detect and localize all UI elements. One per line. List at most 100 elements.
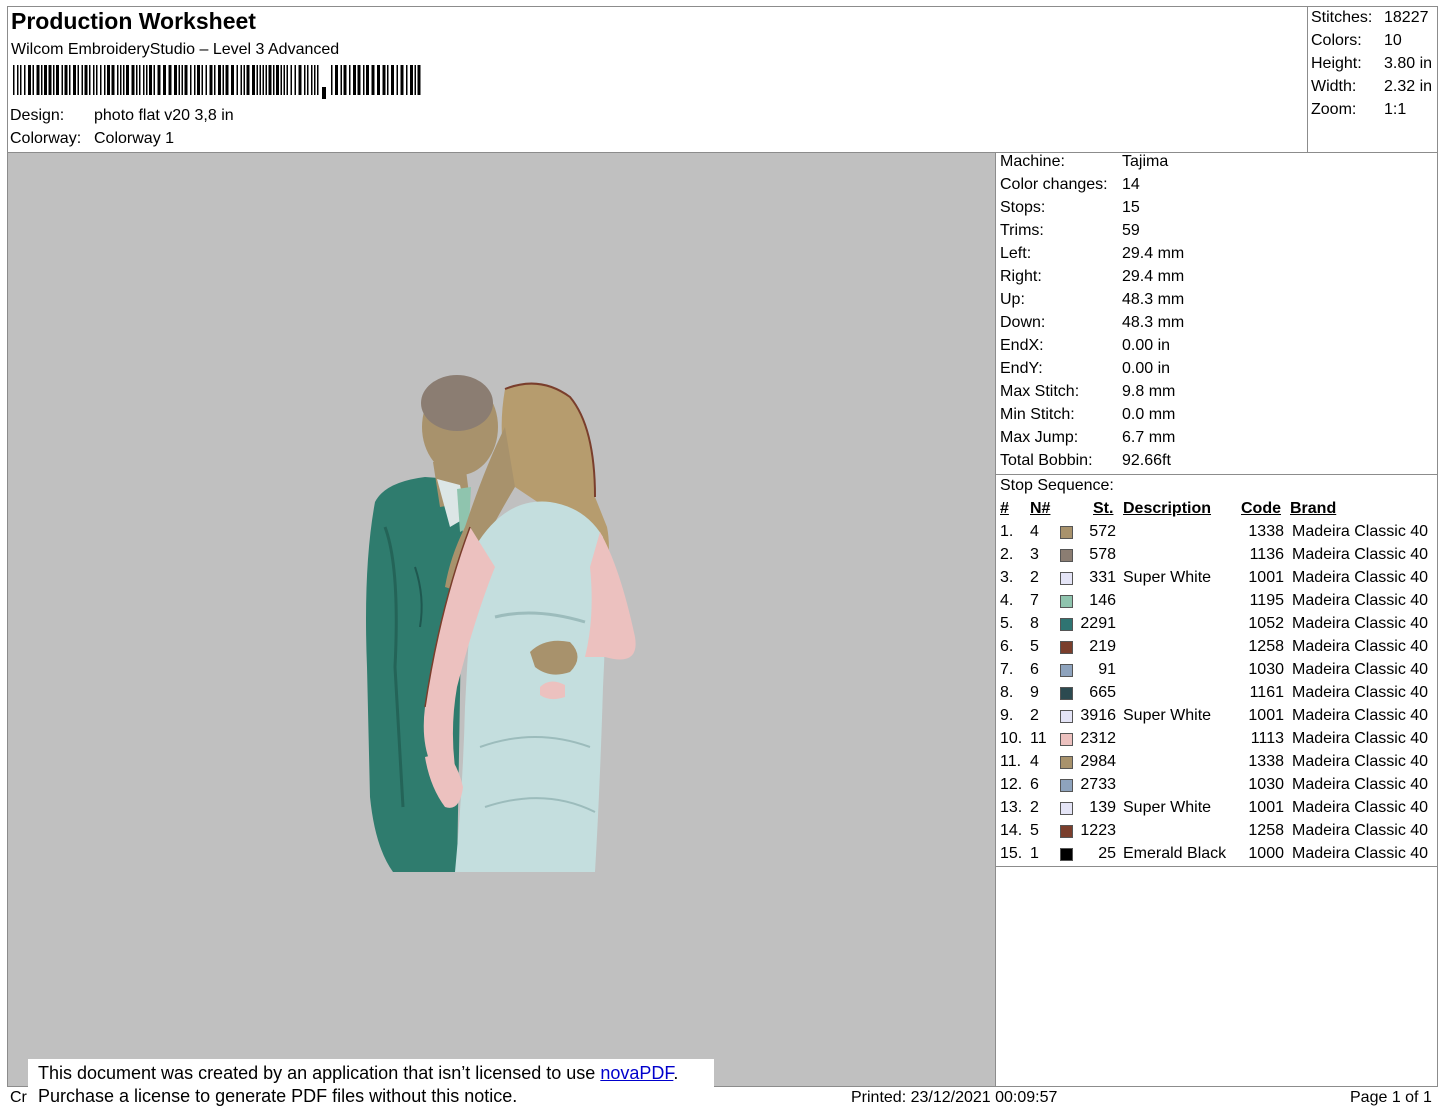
design-label: Design: xyxy=(10,107,65,124)
detail-value: 0.00 in xyxy=(1122,360,1171,377)
thread-brand: Madeira Classic 40 xyxy=(1292,615,1429,632)
row-number: 12. xyxy=(1000,776,1023,793)
stitch-count: 578 xyxy=(1089,546,1116,563)
col-header-brand: Brand xyxy=(1290,500,1337,517)
thread-code: 1001 xyxy=(1248,799,1284,816)
thread-description: Super White xyxy=(1123,707,1212,724)
design-value: photo flat v20 3,8 in xyxy=(94,107,234,124)
table-row: 14. 5 1223 1258 Madeira Classic 40 xyxy=(996,822,1438,845)
thread-color-swatch xyxy=(1060,687,1073,700)
novapdf-link[interactable]: novaPDF xyxy=(600,1063,673,1083)
row-number: 4. xyxy=(1000,592,1014,609)
table-row: 5. 8 2291 1052 Madeira Classic 40 xyxy=(996,615,1438,638)
design-preview xyxy=(7,152,996,1087)
needle-number: 7 xyxy=(1030,592,1039,609)
detail-value: 6.7 mm xyxy=(1122,429,1176,446)
thread-brand: Madeira Classic 40 xyxy=(1292,753,1429,770)
table-row: 6. 5 219 1258 Madeira Classic 40 xyxy=(996,638,1438,661)
stitch-count: 331 xyxy=(1089,569,1116,586)
printed-timestamp: Printed: 23/12/2021 00:09:57 xyxy=(851,1089,1058,1106)
table-row: 1. 4 572 1338 Madeira Classic 40 xyxy=(996,523,1438,546)
notice-text: This document was created by an applicat… xyxy=(38,1063,601,1083)
thread-description: Super White xyxy=(1123,799,1212,816)
stitch-count: 2984 xyxy=(1080,753,1116,770)
table-row: 7. 6 91 1030 Madeira Classic 40 xyxy=(996,661,1438,684)
row-number: 8. xyxy=(1000,684,1014,701)
detail-value: 48.3 mm xyxy=(1122,291,1185,308)
thread-color-swatch xyxy=(1060,641,1073,654)
row-number: 9. xyxy=(1000,707,1014,724)
thread-brand: Madeira Classic 40 xyxy=(1292,776,1429,793)
stop-sequence-panel: Stop Sequence: # N# St. Description Code… xyxy=(995,474,1438,867)
stitch-count: 3916 xyxy=(1080,707,1116,724)
row-number: 14. xyxy=(1000,822,1023,839)
details-panel: Machine: Tajima Color changes: 14 Stops: 15… xyxy=(995,152,1438,475)
thread-color-swatch xyxy=(1060,825,1073,838)
stitch-count: 665 xyxy=(1089,684,1116,701)
thread-color-swatch xyxy=(1060,526,1073,539)
needle-number: 3 xyxy=(1030,546,1039,563)
row-number: 10. xyxy=(1000,730,1023,747)
thread-code: 1001 xyxy=(1248,569,1284,586)
thread-brand: Madeira Classic 40 xyxy=(1292,684,1429,701)
thread-brand: Madeira Classic 40 xyxy=(1292,707,1429,724)
table-row: 10. 11 2312 1113 Madeira Classic 40 xyxy=(996,730,1438,753)
detail-value: 15 xyxy=(1122,199,1140,216)
thread-brand: Madeira Classic 40 xyxy=(1292,523,1429,540)
stitch-count: 91 xyxy=(1098,661,1116,678)
detail-value: 92.66ft xyxy=(1122,452,1171,469)
thread-code: 1030 xyxy=(1248,661,1284,678)
row-number: 7. xyxy=(1000,661,1014,678)
thread-code: 1000 xyxy=(1248,845,1284,862)
stitch-count: 2291 xyxy=(1080,615,1116,632)
colorway-label: Colorway: xyxy=(10,130,82,147)
thread-code: 1001 xyxy=(1248,707,1284,724)
stitch-count: 25 xyxy=(1098,845,1116,862)
col-header-needle: N# xyxy=(1030,500,1051,517)
needle-number: 2 xyxy=(1030,799,1039,816)
thread-brand: Madeira Classic 40 xyxy=(1292,638,1429,655)
colorway-value: Colorway 1 xyxy=(94,130,175,147)
detail-label: Trims: xyxy=(1000,222,1044,239)
detail-label: Up: xyxy=(1000,291,1025,308)
col-header-description: Description xyxy=(1123,500,1212,517)
table-row: 12. 6 2733 1030 Madeira Classic 40 xyxy=(996,776,1438,799)
needle-number: 2 xyxy=(1030,569,1039,586)
detail-value: 14 xyxy=(1122,176,1140,193)
row-number: 11. xyxy=(1000,753,1022,770)
thread-code: 1338 xyxy=(1248,753,1284,770)
stat-zoom-value: 1:1 xyxy=(1384,101,1407,118)
needle-number: 8 xyxy=(1030,615,1039,632)
table-row: 2. 3 578 1136 Madeira Classic 40 xyxy=(996,546,1438,569)
thread-color-swatch xyxy=(1060,848,1073,861)
needle-number: 1 xyxy=(1030,845,1039,862)
detail-label: Max Jump: xyxy=(1000,429,1079,446)
row-number: 1. xyxy=(1000,523,1014,540)
thread-color-swatch xyxy=(1060,779,1073,792)
thread-brand: Madeira Classic 40 xyxy=(1292,822,1429,839)
thread-description: Emerald Black xyxy=(1123,845,1227,862)
thread-color-swatch xyxy=(1060,549,1073,562)
stat-width-label: Width: xyxy=(1311,78,1357,95)
thread-color-swatch xyxy=(1060,664,1073,677)
stat-height-value: 3.80 in xyxy=(1384,55,1433,72)
thread-code: 1161 xyxy=(1249,684,1284,701)
page-number: Page 1 of 1 xyxy=(1350,1089,1432,1106)
thread-brand: Madeira Classic 40 xyxy=(1292,592,1429,609)
detail-label: Right: xyxy=(1000,268,1042,285)
needle-number: 5 xyxy=(1030,638,1039,655)
needle-number: 4 xyxy=(1030,753,1039,770)
detail-label: Down: xyxy=(1000,314,1046,331)
blank-panel xyxy=(995,866,1438,1087)
needle-number: 2 xyxy=(1030,707,1039,724)
needle-number: 5 xyxy=(1030,822,1039,839)
detail-value: 29.4 mm xyxy=(1122,268,1185,285)
thread-brand: Madeira Classic 40 xyxy=(1292,845,1429,862)
detail-value: 29.4 mm xyxy=(1122,245,1185,262)
thread-description: Super White xyxy=(1123,569,1212,586)
stat-width-value: 2.32 in xyxy=(1384,78,1433,95)
stats-panel: Stitches: 18227 Colors: 10 Height: 3.80 … xyxy=(1307,6,1438,153)
detail-label: Stops: xyxy=(1000,199,1046,216)
row-number: 2. xyxy=(1000,546,1014,563)
detail-value: 0.0 mm xyxy=(1122,406,1176,423)
